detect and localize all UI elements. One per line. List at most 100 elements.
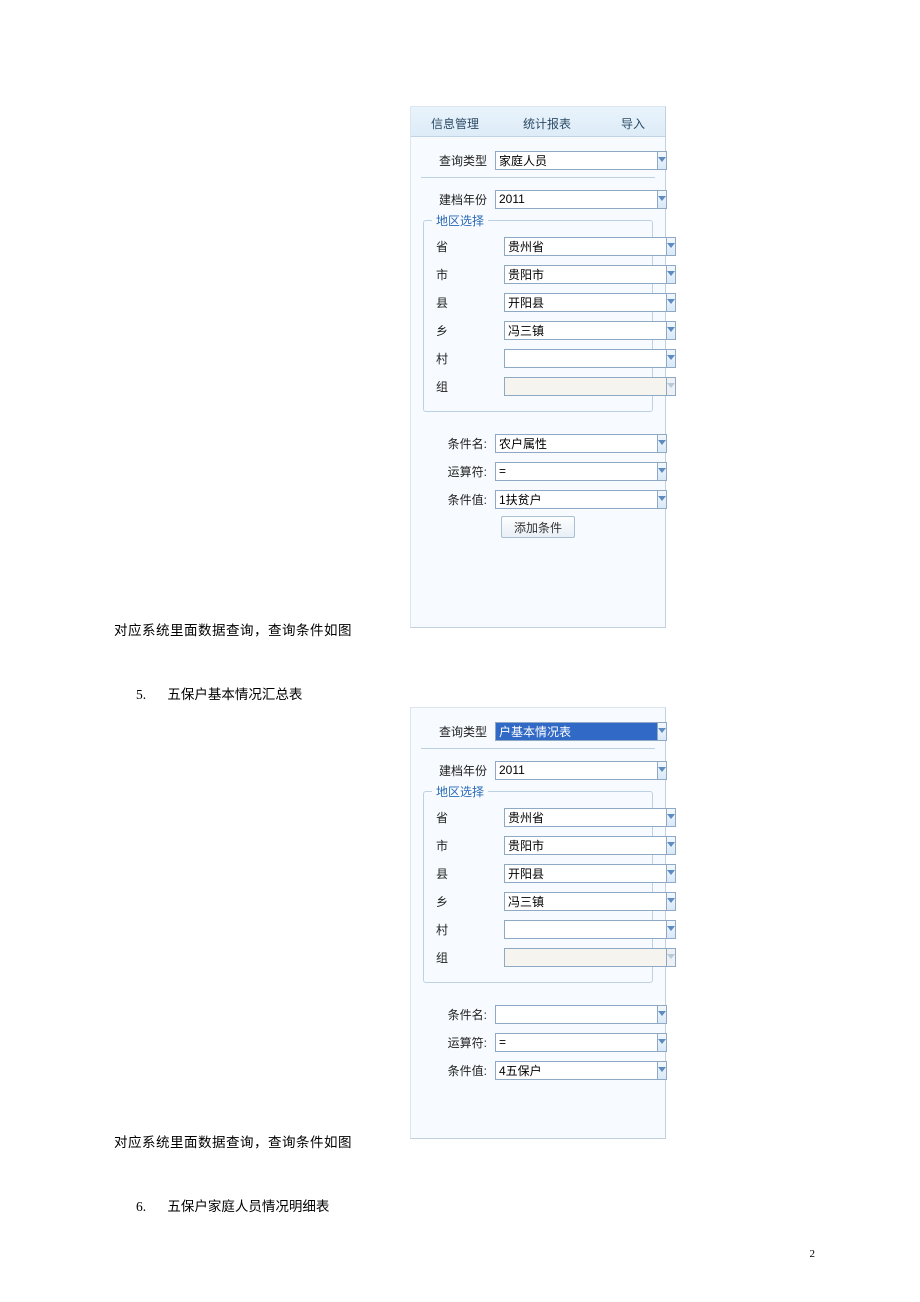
combo-cond-op[interactable] [495,462,645,481]
tab-bar: 信息管理 统计报表 导入 [411,107,665,137]
chevron-down-icon[interactable] [666,920,676,939]
chevron-down-icon[interactable] [666,237,676,256]
label-cond-op: 运算符: [421,1034,495,1051]
label-cond-val: 条件值: [421,1062,495,1079]
chevron-down-icon[interactable] [657,462,667,481]
caption-1: 对应系统里面数据查询，查询条件如图 [114,619,352,639]
combo-county[interactable] [504,864,654,883]
label-city: 市 [424,837,504,854]
label-city: 市 [424,266,504,283]
chevron-down-icon[interactable] [666,265,676,284]
combo-village-input[interactable] [504,920,666,939]
region-legend: 地区选择 [432,212,488,229]
combo-group [504,377,654,396]
combo-query-type[interactable] [495,722,645,741]
combo-city-input[interactable] [504,836,666,855]
chevron-down-icon[interactable] [657,761,667,780]
list-num-6: 6. [136,1199,164,1215]
combo-county[interactable] [504,293,654,312]
chevron-down-icon[interactable] [666,293,676,312]
combo-village-input[interactable] [504,349,666,368]
combo-province-input[interactable] [504,237,666,256]
tab-info-manage[interactable]: 信息管理 [419,111,491,136]
combo-province[interactable] [504,237,654,256]
combo-province[interactable] [504,808,654,827]
chevron-down-icon[interactable] [657,490,667,509]
combo-city-input[interactable] [504,265,666,284]
combo-cond-val[interactable] [495,1061,645,1080]
label-village: 村 [424,350,504,367]
combo-town-input[interactable] [504,892,666,911]
chevron-down-icon[interactable] [657,1061,667,1080]
region-fieldset: 地区选择 省 市 县 乡 村 组 [423,220,653,412]
combo-cond-val[interactable] [495,490,645,509]
query-panel-2: 查询类型 建档年份 地区选择 省 市 县 [410,707,666,1139]
combo-cond-op[interactable] [495,1033,645,1052]
chevron-down-icon [666,948,676,967]
chevron-down-icon[interactable] [666,892,676,911]
chevron-down-icon[interactable] [657,1005,667,1024]
list-num-5: 5. [136,687,164,703]
combo-cond-name-input[interactable] [495,1005,657,1024]
list-item-5: 5. 五保户基本情况汇总表 [136,683,302,703]
label-group: 组 [424,378,504,395]
combo-city[interactable] [504,265,654,284]
combo-group [504,948,654,967]
combo-county-input[interactable] [504,864,666,883]
region-legend: 地区选择 [432,783,488,800]
label-town: 乡 [424,893,504,910]
combo-city[interactable] [504,836,654,855]
list-item-6: 6. 五保户家庭人员情况明细表 [136,1195,329,1215]
label-year: 建档年份 [421,762,495,779]
combo-cond-name[interactable] [495,434,645,453]
label-town: 乡 [424,322,504,339]
chevron-down-icon[interactable] [666,836,676,855]
page-number: 2 [810,1248,816,1260]
label-group: 组 [424,949,504,966]
chevron-down-icon[interactable] [666,321,676,340]
combo-query-type[interactable] [495,151,645,170]
combo-cond-name[interactable] [495,1005,645,1024]
combo-group-input [504,377,666,396]
chevron-down-icon[interactable] [657,1033,667,1052]
chevron-down-icon[interactable] [666,808,676,827]
chevron-down-icon [666,377,676,396]
tab-stat-report[interactable]: 统计报表 [511,111,583,136]
chevron-down-icon[interactable] [666,349,676,368]
document-page: 信息管理 统计报表 导入 查询类型 建档年份 地区选择 省 [0,0,920,1302]
chevron-down-icon[interactable] [666,864,676,883]
combo-year[interactable] [495,761,645,780]
combo-province-input[interactable] [504,808,666,827]
chevron-down-icon[interactable] [657,722,667,741]
combo-cond-name-input[interactable] [495,434,657,453]
combo-town[interactable] [504,321,654,340]
label-province: 省 [424,809,504,826]
combo-village[interactable] [504,349,654,368]
combo-town[interactable] [504,892,654,911]
list-text-6: 五保户家庭人员情况明细表 [167,1199,329,1214]
combo-year[interactable] [495,190,645,209]
combo-cond-val-input[interactable] [495,490,657,509]
combo-year-input[interactable] [495,190,657,209]
label-county: 县 [424,865,504,882]
chevron-down-icon[interactable] [657,151,667,170]
combo-cond-op-input[interactable] [495,1033,657,1052]
chevron-down-icon[interactable] [657,434,667,453]
add-condition-button[interactable]: 添加条件 [501,516,575,538]
combo-cond-op-input[interactable] [495,462,657,481]
region-fieldset: 地区选择 省 市 县 乡 村 组 [423,791,653,983]
combo-query-type-input[interactable] [495,151,657,170]
tab-import[interactable]: 导入 [609,111,657,136]
combo-village[interactable] [504,920,654,939]
combo-query-type-input[interactable] [495,722,657,741]
combo-cond-val-input[interactable] [495,1061,657,1080]
combo-town-input[interactable] [504,321,666,340]
label-cond-name: 条件名: [421,1006,495,1023]
chevron-down-icon[interactable] [657,190,667,209]
label-cond-val: 条件值: [421,491,495,508]
combo-county-input[interactable] [504,293,666,312]
label-cond-name: 条件名: [421,435,495,452]
combo-year-input[interactable] [495,761,657,780]
label-village: 村 [424,921,504,938]
label-county: 县 [424,294,504,311]
